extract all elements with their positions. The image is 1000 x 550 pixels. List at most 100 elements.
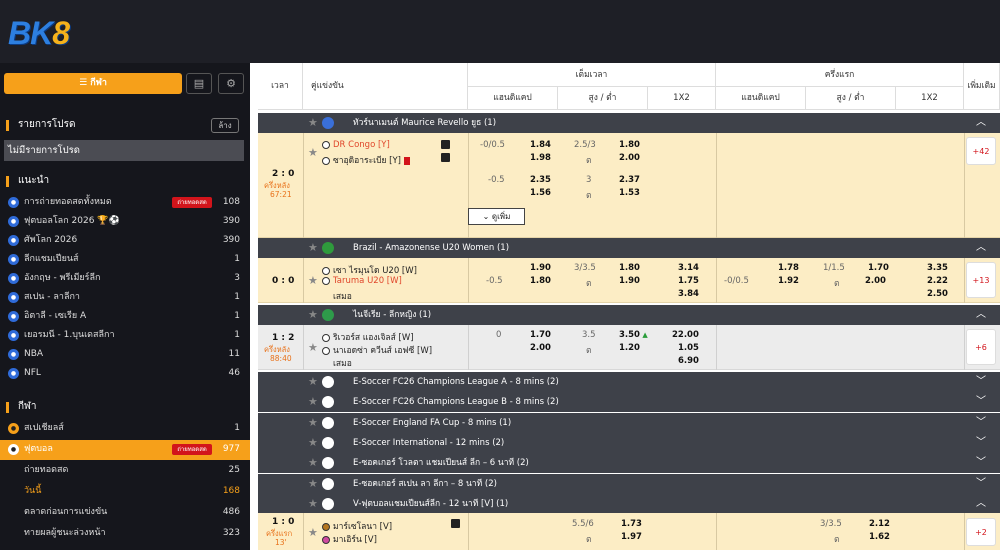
league-header[interactable]: ★ E-ซอคเกอร์ สเปน ลา ลีกา – 8 นาที (2) ﹀ xyxy=(258,473,1000,494)
chevron-up-icon[interactable]: ︿ xyxy=(976,494,986,514)
live-tv-icon[interactable] xyxy=(451,519,460,528)
live-tv-icon[interactable] xyxy=(441,153,450,162)
odds-under[interactable]: 2.00 xyxy=(619,153,640,163)
home-team[interactable]: มาร์เซโลนา [V] xyxy=(322,519,392,533)
star-icon[interactable]: ★ xyxy=(308,474,318,494)
league-header[interactable]: ★ E-Soccer International - 12 mins (2) ﹀ xyxy=(258,432,1000,453)
home-team[interactable]: ริเวอร์ส แองเจิลส์ [W] xyxy=(322,330,414,344)
settings-icon[interactable]: ⚙ xyxy=(218,73,244,94)
odds-under[interactable]: 1.53 xyxy=(619,188,640,198)
fh-odds-home[interactable]: 1.78 xyxy=(778,263,799,273)
star-icon[interactable]: ★ xyxy=(308,305,318,325)
more-markets-button[interactable]: +2 xyxy=(966,518,996,546)
chevron-down-icon[interactable]: ﹀ xyxy=(976,433,986,453)
odds-away[interactable]: 1.98 xyxy=(530,153,551,163)
fh-odds-under[interactable]: 2.00 xyxy=(865,276,886,286)
fh-odds-over[interactable]: 1.70 xyxy=(868,263,889,273)
league-header[interactable]: ★ E-Soccer England FA Cup - 8 mins (1) ﹀ xyxy=(258,412,1000,433)
away-team[interactable]: ซาอุดิอาระเบีย [Y] xyxy=(322,153,410,167)
chevron-down-icon[interactable]: ﹀ xyxy=(976,453,986,473)
chevron-up-icon[interactable]: ︿ xyxy=(976,238,986,258)
bk8-logo[interactable]: BK8 xyxy=(8,15,70,52)
sidebar-item[interactable]: ● NFL 46 xyxy=(0,364,250,383)
odds-home[interactable]: 1.90 xyxy=(530,263,551,273)
fh-odds-under[interactable]: 1.62 xyxy=(869,532,890,542)
star-icon[interactable]: ★ xyxy=(308,433,318,453)
chevron-down-icon[interactable]: ﹀ xyxy=(976,372,986,392)
sport-item[interactable]: ● สเปเชียลส์ 1 xyxy=(0,419,250,439)
away-team[interactable]: นาเอดซ่า ควีนส์ เอฟซี [W] xyxy=(322,343,432,357)
home-team[interactable]: DR Congo [Y] xyxy=(322,140,390,150)
sidebar-item[interactable]: ● ศัพโลก 2026 390 xyxy=(0,231,250,250)
odds-under[interactable]: 1.90 xyxy=(619,276,640,286)
odds-over[interactable]: 1.73 xyxy=(621,519,642,529)
fh-odds-2[interactable]: 2.22 xyxy=(927,276,948,286)
fh-odds-away[interactable]: 1.92 xyxy=(778,276,799,286)
away-team[interactable]: Taruma U20 [W] xyxy=(322,276,402,286)
clear-favorites-button[interactable]: ล้าง xyxy=(211,118,239,133)
more-markets-button[interactable]: +13 xyxy=(966,262,996,298)
star-icon[interactable]: ★ xyxy=(308,341,318,354)
sport-subitem[interactable]: ถ่ายทอดสด 25 xyxy=(0,461,250,480)
more-markets-button[interactable]: +42 xyxy=(966,137,996,165)
home-team[interactable]: เซา ไรมุนโด U20 [W] xyxy=(322,263,417,277)
sport-subitem[interactable]: ตลาดก่อนการแข่งขัน 486 xyxy=(0,503,250,522)
fh-handicap-line[interactable]: -0/0.5 xyxy=(724,276,749,286)
fh-odds-1[interactable]: 3.35 xyxy=(927,263,948,273)
sport-subitem[interactable]: วันนี้ 168 xyxy=(0,482,250,501)
league-header[interactable]: ★ ทัวร์นาเมนต์ Maurice Revello ยูธ (1) ︿ xyxy=(258,113,1000,133)
star-icon[interactable]: ★ xyxy=(308,494,318,514)
sidebar-item[interactable]: ● อังกฤษ - พรีเมียร์ลีก 3 xyxy=(0,269,250,288)
odds-x[interactable]: 6.90 xyxy=(678,356,699,366)
odds-away[interactable]: 2.00 xyxy=(530,343,551,353)
star-icon[interactable]: ★ xyxy=(308,113,318,133)
odds-home[interactable]: 1.70 xyxy=(530,330,551,340)
sidebar-item[interactable]: ● ลีกแชมเปียนส์ 1 xyxy=(0,250,250,269)
chevron-down-icon[interactable]: ﹀ xyxy=(976,474,986,494)
odds-under[interactable]: 1.20 xyxy=(619,343,640,353)
odds-away[interactable]: 1.80 xyxy=(530,276,551,286)
show-more-button[interactable]: ⌄ ดูเพิ่ม xyxy=(468,208,525,225)
handicap-line[interactable]: 0 xyxy=(496,330,501,340)
sidebar-item[interactable]: ● ฟุตบอลโลก 2026 🏆⚽ 390 xyxy=(0,212,250,231)
league-header[interactable]: ★ ไนจีเรีย - ลีกหญิง (1) ︿ xyxy=(258,305,1000,325)
star-icon[interactable]: ★ xyxy=(308,526,318,539)
odds-1[interactable]: 3.14 xyxy=(678,263,699,273)
star-icon[interactable]: ★ xyxy=(308,453,318,473)
fh-odds-x[interactable]: 2.50 xyxy=(927,289,948,299)
chevron-down-icon[interactable]: ﹀ xyxy=(976,413,986,433)
league-header[interactable]: ★ E-Soccer FC26 Champions League B - 8 mi… xyxy=(258,392,1000,413)
sports-tab[interactable]: ☰ กีฬา xyxy=(4,73,182,94)
star-icon[interactable]: ★ xyxy=(308,413,318,433)
more-markets-button[interactable]: +6 xyxy=(966,329,996,365)
odds-2[interactable]: 1.75 xyxy=(678,276,699,286)
odds-over[interactable]: 1.80 xyxy=(619,263,640,273)
odds-x[interactable]: 3.84 xyxy=(678,289,699,299)
league-header[interactable]: ★ E-ซอคเกอร์ โวลตา แชมเปียนส์ ลีก – 6 นาท… xyxy=(258,453,1000,474)
star-icon[interactable]: ★ xyxy=(308,238,318,258)
star-icon[interactable]: ★ xyxy=(308,274,318,287)
sport-subitem[interactable]: ทายผลผู้ชนะล่วงหน้า 323 xyxy=(0,524,250,543)
sidebar-item[interactable]: ● NBA 11 xyxy=(0,345,250,364)
odds-over[interactable]: 2.37 xyxy=(619,175,640,185)
odds-1[interactable]: 22.00 xyxy=(672,330,699,340)
league-header[interactable]: ★ Brazil - Amazonense U20 Women (1) ︿ xyxy=(258,238,1000,258)
star-icon[interactable]: ★ xyxy=(308,146,318,159)
stats-icon[interactable] xyxy=(441,140,450,149)
star-icon[interactable]: ★ xyxy=(308,372,318,392)
odds-away[interactable]: 1.56 xyxy=(530,188,551,198)
odds-under[interactable]: 1.97 xyxy=(621,532,642,542)
sport-item[interactable]: ● ฟุตบอล ถ่ายทอดสด 977 xyxy=(0,440,250,460)
odds-home[interactable]: 1.84 xyxy=(530,140,551,150)
odds-2[interactable]: 1.05 xyxy=(678,343,699,353)
sidebar-item[interactable]: ● เยอรมนี - 1.บุนเดสลีกา 1 xyxy=(0,326,250,345)
chevron-down-icon[interactable]: ﹀ xyxy=(976,392,986,412)
star-icon[interactable]: ★ xyxy=(308,392,318,412)
chevron-up-icon[interactable]: ︿ xyxy=(976,113,986,133)
handicap-line[interactable]: -0.5 xyxy=(488,175,505,185)
handicap-line[interactable]: -0/0.5 xyxy=(480,140,505,150)
sidebar-item[interactable]: ● การถ่ายทอดสดทั้งหมด ถ่ายทอดสด 108 xyxy=(0,193,250,212)
fh-odds-over[interactable]: 2.12 xyxy=(869,519,890,529)
odds-over[interactable]: 3.50 ▲ xyxy=(619,330,648,340)
sidebar-item[interactable]: ● อิตาลี - เซเรีย A1 xyxy=(0,307,250,326)
